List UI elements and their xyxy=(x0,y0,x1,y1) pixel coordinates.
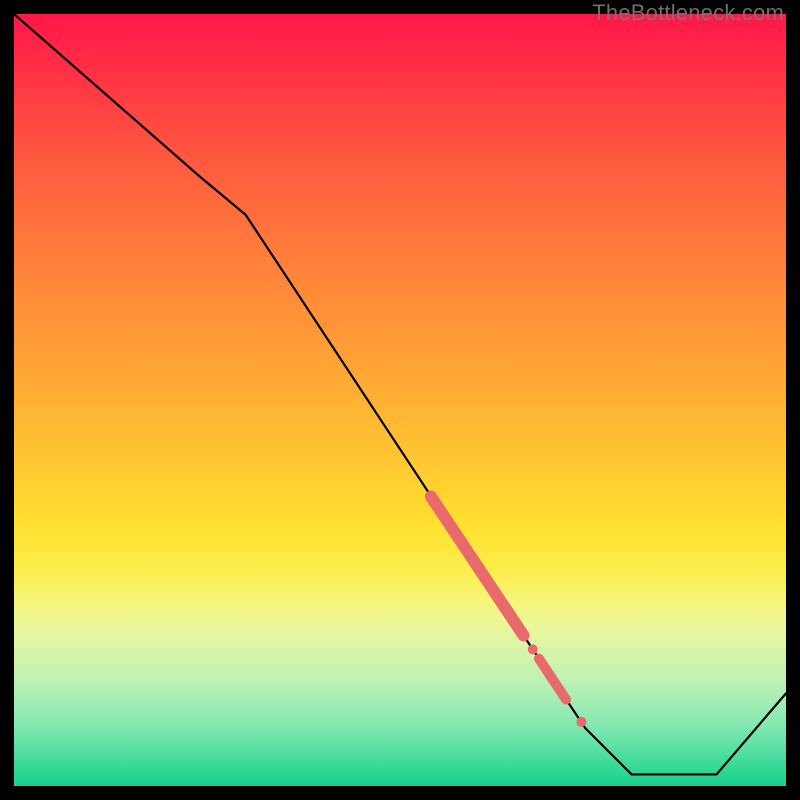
bottleneck-curve xyxy=(14,14,786,774)
chart-frame: TheBottleneck.com xyxy=(0,0,800,800)
dot-1 xyxy=(528,644,538,654)
thick-segment-2 xyxy=(539,659,566,700)
thick-segment-1 xyxy=(431,497,524,636)
chart-svg xyxy=(14,14,786,786)
dot-2 xyxy=(576,717,586,727)
